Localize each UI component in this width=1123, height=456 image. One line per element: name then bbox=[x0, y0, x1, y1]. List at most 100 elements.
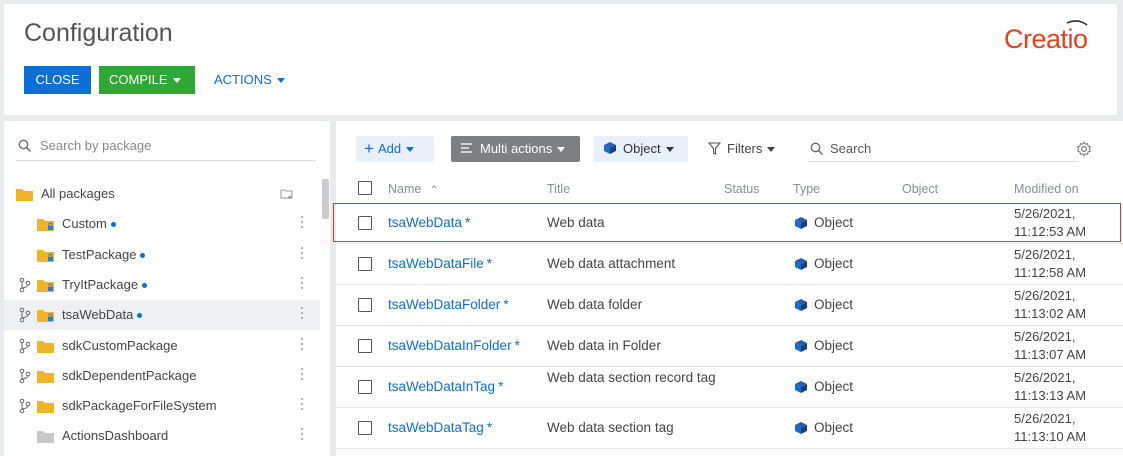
table-row[interactable]: tsaWebDataFolder * Web data folder Object 5/… bbox=[336, 285, 1123, 326]
kebab-menu-icon[interactable] bbox=[299, 216, 305, 232]
add-folder-icon[interactable] bbox=[280, 188, 294, 200]
package-label: sdkCustomPackage bbox=[62, 338, 178, 353]
row-title: Web data section tag bbox=[547, 420, 674, 435]
row-checkbox[interactable] bbox=[358, 216, 372, 230]
gear-icon[interactable] bbox=[1076, 141, 1092, 157]
row-checkbox[interactable] bbox=[358, 339, 372, 353]
package-item[interactable]: tsaWebData bbox=[4, 300, 320, 330]
package-item[interactable]: ActionsDashboard bbox=[4, 421, 320, 451]
row-name-link[interactable]: tsaWebDataInTag * bbox=[388, 379, 503, 394]
package-item[interactable]: Custom bbox=[4, 209, 320, 239]
changed-dot-icon bbox=[142, 283, 147, 288]
locked-folder-icon bbox=[37, 310, 54, 322]
row-name: tsaWebDataInTag bbox=[388, 379, 496, 394]
row-title: Web data section record tag bbox=[547, 370, 716, 385]
row-checkbox[interactable] bbox=[358, 257, 372, 271]
grid-search-input[interactable] bbox=[830, 141, 1070, 156]
row-modified: 5/26/2021, 11:13:02 AM bbox=[1014, 287, 1086, 323]
row-name-link[interactable]: tsaWebDataFile * bbox=[388, 256, 492, 271]
header-panel: Configuration Creatio CLOSE COMPILE ACTI… bbox=[4, 4, 1117, 115]
column-status[interactable]: Status bbox=[724, 182, 759, 196]
scrollbar[interactable] bbox=[322, 179, 329, 219]
row-modified: 5/26/2021, 11:12:53 AM bbox=[1014, 205, 1086, 241]
cube-icon bbox=[795, 258, 807, 270]
kebab-menu-icon[interactable] bbox=[299, 428, 305, 444]
kebab-menu-icon[interactable] bbox=[299, 277, 305, 293]
kebab-menu-icon[interactable] bbox=[299, 368, 305, 384]
table-row[interactable]: tsaWebDataInFolder * Web data in Folder Obj… bbox=[336, 326, 1123, 367]
column-type[interactable]: Type bbox=[793, 182, 820, 196]
kebab-menu-icon[interactable] bbox=[299, 247, 305, 263]
cube-icon bbox=[604, 142, 616, 154]
column-name[interactable]: Name ⌃ bbox=[388, 182, 438, 196]
row-checkbox[interactable] bbox=[358, 298, 372, 312]
row-title: Web data folder bbox=[547, 297, 643, 312]
add-button-label: Add bbox=[377, 141, 402, 156]
package-item[interactable]: sdkDependentPackage bbox=[4, 361, 320, 391]
folder-icon bbox=[37, 341, 54, 353]
git-branch-icon bbox=[19, 307, 31, 323]
row-time: 11:13:10 AM bbox=[1014, 429, 1087, 444]
package-item[interactable]: sdkPackageForFileSystem bbox=[4, 391, 320, 421]
package-label: ActionsDashboard bbox=[62, 428, 169, 443]
package-item[interactable]: sdkCustomPackage bbox=[4, 331, 320, 361]
row-name-link[interactable]: tsaWebData * bbox=[388, 215, 470, 230]
chevron-down-icon bbox=[557, 147, 566, 153]
row-name-link[interactable]: tsaWebDataFolder * bbox=[388, 297, 509, 312]
row-title: Web data attachment bbox=[547, 256, 676, 271]
changed-dot-icon bbox=[137, 313, 142, 318]
row-name-link[interactable]: tsaWebDataInFolder * bbox=[388, 338, 520, 353]
row-date: 5/26/2021, bbox=[1014, 288, 1076, 303]
add-button[interactable]: + Add bbox=[356, 136, 434, 162]
row-name: tsaWebDataFolder bbox=[388, 297, 501, 312]
package-item[interactable]: TestPackage bbox=[4, 240, 320, 270]
row-time: 11:12:58 AM bbox=[1014, 265, 1087, 280]
git-branch-icon bbox=[19, 368, 31, 384]
row-modified: 5/26/2021, 11:12:58 AM bbox=[1014, 246, 1086, 282]
multi-actions-button[interactable]: Multi actions bbox=[451, 136, 580, 162]
row-checkbox[interactable] bbox=[358, 380, 372, 394]
chevron-down-icon bbox=[665, 147, 674, 153]
modified-star: * bbox=[498, 379, 504, 394]
package-search[interactable] bbox=[16, 133, 316, 161]
row-type: Object bbox=[814, 297, 854, 312]
filters-button-label: Filters bbox=[727, 141, 763, 156]
close-button[interactable]: CLOSE bbox=[24, 66, 91, 94]
chevron-down-icon bbox=[172, 78, 181, 84]
compile-button-label: COMPILE bbox=[109, 72, 168, 87]
package-item[interactable]: All packages bbox=[4, 179, 320, 209]
column-title[interactable]: Title bbox=[547, 182, 570, 196]
column-object[interactable]: Object bbox=[902, 182, 938, 196]
table-row[interactable]: tsaWebDataFile * Web data attachment Object… bbox=[336, 244, 1123, 285]
row-modified: 5/26/2021, 11:13:07 AM bbox=[1014, 328, 1086, 364]
select-all-checkbox[interactable] bbox=[358, 181, 372, 195]
row-name-link[interactable]: tsaWebDataTag * bbox=[388, 420, 492, 435]
modified-star: * bbox=[514, 338, 520, 353]
table-row[interactable]: tsaWebDataTag * Web data section tag Object… bbox=[336, 408, 1123, 449]
search-icon bbox=[18, 139, 31, 152]
package-item[interactable]: TryItPackage bbox=[4, 270, 320, 300]
compile-button[interactable]: COMPILE bbox=[99, 66, 195, 94]
table-row[interactable]: tsaWebData * Web data Object 5/26/2021, 11:12… bbox=[336, 203, 1123, 244]
row-date: 5/26/2021, bbox=[1014, 411, 1076, 426]
modified-star: * bbox=[465, 215, 471, 230]
actions-button[interactable]: ACTIONS bbox=[204, 66, 304, 94]
grid-search[interactable] bbox=[808, 136, 1078, 162]
object-type-button[interactable]: Object bbox=[594, 136, 688, 162]
kebab-menu-icon[interactable] bbox=[299, 398, 305, 414]
package-search-input[interactable] bbox=[40, 138, 310, 153]
row-date: 5/26/2021, bbox=[1014, 329, 1076, 344]
kebab-menu-icon[interactable] bbox=[299, 338, 305, 354]
row-checkbox[interactable] bbox=[358, 421, 372, 435]
filters-button[interactable]: Filters bbox=[707, 136, 788, 162]
table-row[interactable]: tsaWebDataInTag * Web data section record … bbox=[336, 367, 1123, 408]
row-date: 5/26/2021, bbox=[1014, 370, 1076, 385]
column-modified-on[interactable]: Modified on bbox=[1014, 182, 1079, 196]
list-icon bbox=[461, 143, 472, 153]
grid-header: Name ⌃ Title Status Type Object Modified… bbox=[336, 177, 1123, 201]
kebab-menu-icon[interactable] bbox=[299, 307, 305, 323]
row-time: 11:13:13 AM bbox=[1014, 388, 1087, 403]
package-label: TestPackage bbox=[62, 247, 137, 262]
row-type: Object bbox=[814, 256, 854, 271]
modified-star: * bbox=[486, 420, 493, 435]
